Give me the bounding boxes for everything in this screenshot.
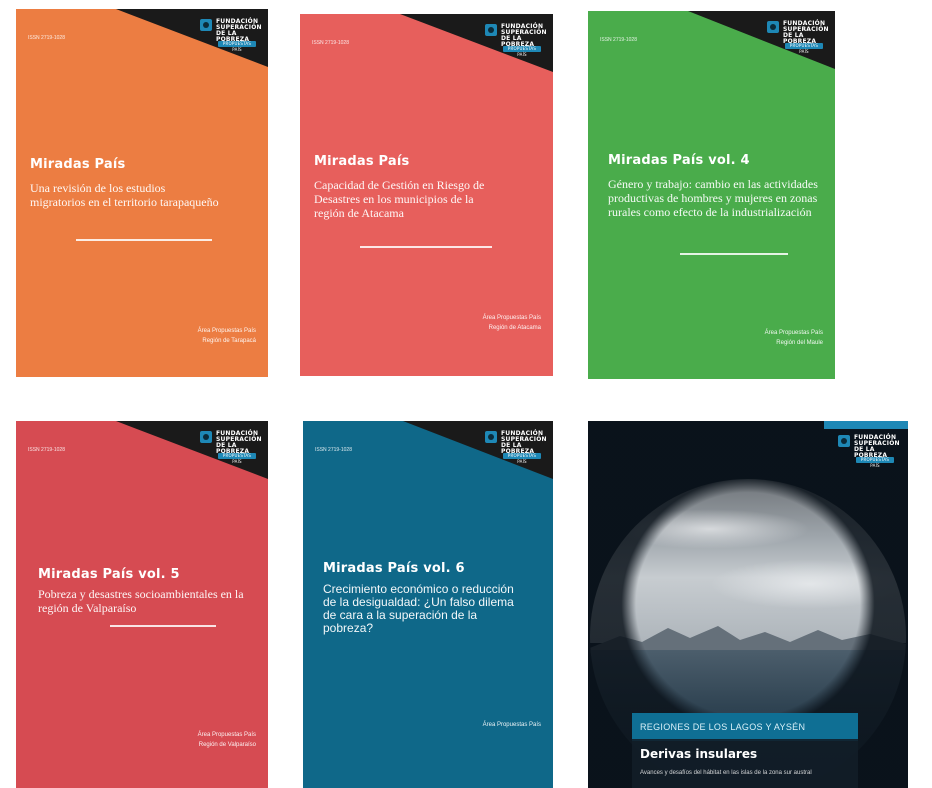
foundation-logo: FUNDACIÓN SUPERACIÓN DE LA POBREZA PROPU…	[767, 20, 829, 59]
logo-mark-icon	[485, 24, 497, 36]
logo-mark-icon	[838, 435, 850, 447]
cover-area-line2: Región de Tarapacá	[202, 338, 256, 344]
logo-tag: PROPUESTAS PAÍS	[218, 41, 256, 52]
cover-area-line1: Área Propuestas País	[482, 315, 541, 321]
book-cover-3[interactable]: ISSN 2719-1028 FUNDACIÓN SUPERACIÓN DE L…	[588, 11, 835, 379]
book-cover-5[interactable]: ISSN 2719-1028 FUNDACIÓN SUPERACIÓN DE L…	[303, 421, 553, 788]
book-cover-6[interactable]: FUNDACIÓN SUPERACIÓN DE LA POBREZA PROPU…	[588, 421, 908, 788]
cover-title: Derivas insulares	[640, 747, 758, 761]
cover-series-title: Miradas País	[314, 154, 410, 169]
book-cover-1[interactable]: ISSN 2719-1028 FUNDACIÓN SUPERACIÓN DE L…	[16, 9, 268, 377]
cover-divider	[360, 246, 492, 248]
cover-series-title: Miradas País	[30, 157, 126, 172]
book-cover-2[interactable]: ISSN 2719-1028 FUNDACIÓN SUPERACIÓN DE L…	[300, 14, 553, 376]
cover-top-strip	[824, 421, 908, 429]
cover-subtitle: Capacidad de Gestión en Riesgo de Desast…	[314, 178, 485, 220]
foundation-logo: FUNDACIÓN SUPERACIÓN DE LA POBREZA PROPU…	[485, 430, 547, 469]
cover-divider	[110, 625, 216, 627]
cover-area-line1: Área Propuestas País	[197, 328, 256, 334]
logo-mark-icon	[200, 19, 212, 31]
foundation-logo: FUNDACIÓN SUPERACIÓN DE LA POBREZA PROPU…	[200, 430, 262, 469]
cover-subtitle: Pobreza y desastres socioambientales en …	[38, 587, 244, 615]
cover-series-title: Miradas País vol. 4	[608, 153, 750, 168]
logo-tag: PROPUESTAS PAÍS	[856, 457, 894, 468]
logo-tag: PROPUESTAS PAÍS	[218, 453, 256, 464]
logo-mark-icon	[767, 21, 779, 33]
logo-text: FUNDACIÓN SUPERACIÓN DE LA POBREZA	[216, 18, 262, 43]
cover-issn: ISSN 2719-1028	[600, 37, 637, 43]
cover-issn: ISSN 2719-1028	[28, 35, 65, 41]
book-cover-4[interactable]: ISSN 2719-1028 FUNDACIÓN SUPERACIÓN DE L…	[16, 421, 268, 788]
cover-area-line2: Región del Maule	[776, 340, 823, 346]
foundation-logo: FUNDACIÓN SUPERACIÓN DE LA POBREZA PROPU…	[200, 18, 262, 57]
logo-text: FUNDACIÓN SUPERACIÓN DE LA POBREZA	[501, 23, 547, 48]
cloud	[610, 509, 810, 549]
cover-area-line1: Área Propuestas País	[482, 722, 541, 728]
cover-area-line1: Área Propuestas País	[197, 732, 256, 738]
logo-text: FUNDACIÓN SUPERACIÓN DE LA POBREZA	[501, 430, 547, 455]
cover-subtitle: Crecimiento económico o reducción de la …	[323, 582, 514, 635]
cover-subtitle: Una revisión de los estudios migratorios…	[30, 181, 219, 209]
logo-text: FUNDACIÓN SUPERACIÓN DE LA POBREZA	[783, 20, 829, 45]
foundation-logo: FUNDACIÓN SUPERACIÓN DE LA POBREZA PROPU…	[485, 23, 547, 62]
logo-text: FUNDACIÓN SUPERACIÓN DE LA POBREZA	[854, 434, 900, 459]
cover-area-line1: Área Propuestas País	[764, 330, 823, 336]
cover-region-label: REGIONES DE LOS LAGOS Y AYSÉN	[640, 722, 806, 732]
cover-divider	[76, 239, 212, 241]
cover-area-line2: Región de Valparaíso	[198, 742, 256, 748]
logo-text: FUNDACIÓN SUPERACIÓN DE LA POBREZA	[216, 430, 262, 455]
logo-tag: PROPUESTAS PAÍS	[503, 453, 541, 464]
cover-description: Avances y desafíos del hábitat en las is…	[640, 770, 812, 776]
cover-series-title: Miradas País vol. 5	[38, 567, 180, 582]
cloud	[710, 559, 906, 609]
cover-issn: ISSN 2719-1028	[312, 40, 349, 46]
cover-subtitle: Género y trabajo: cambio en las activida…	[608, 177, 818, 219]
cover-area-line2: Región de Atacama	[488, 325, 541, 331]
cover-issn: ISSN 2719-1028	[28, 447, 65, 453]
logo-tag: PROPUESTAS PAÍS	[785, 43, 823, 54]
logo-mark-icon	[485, 431, 497, 443]
cover-divider	[680, 253, 788, 255]
foundation-logo: FUNDACIÓN SUPERACIÓN DE LA POBREZA PROPU…	[838, 434, 900, 473]
cover-issn: ISSN 2719-1028	[315, 447, 352, 453]
logo-tag: PROPUESTAS PAÍS	[503, 46, 541, 57]
cover-series-title: Miradas País vol. 6	[323, 561, 465, 576]
logo-mark-icon	[200, 431, 212, 443]
